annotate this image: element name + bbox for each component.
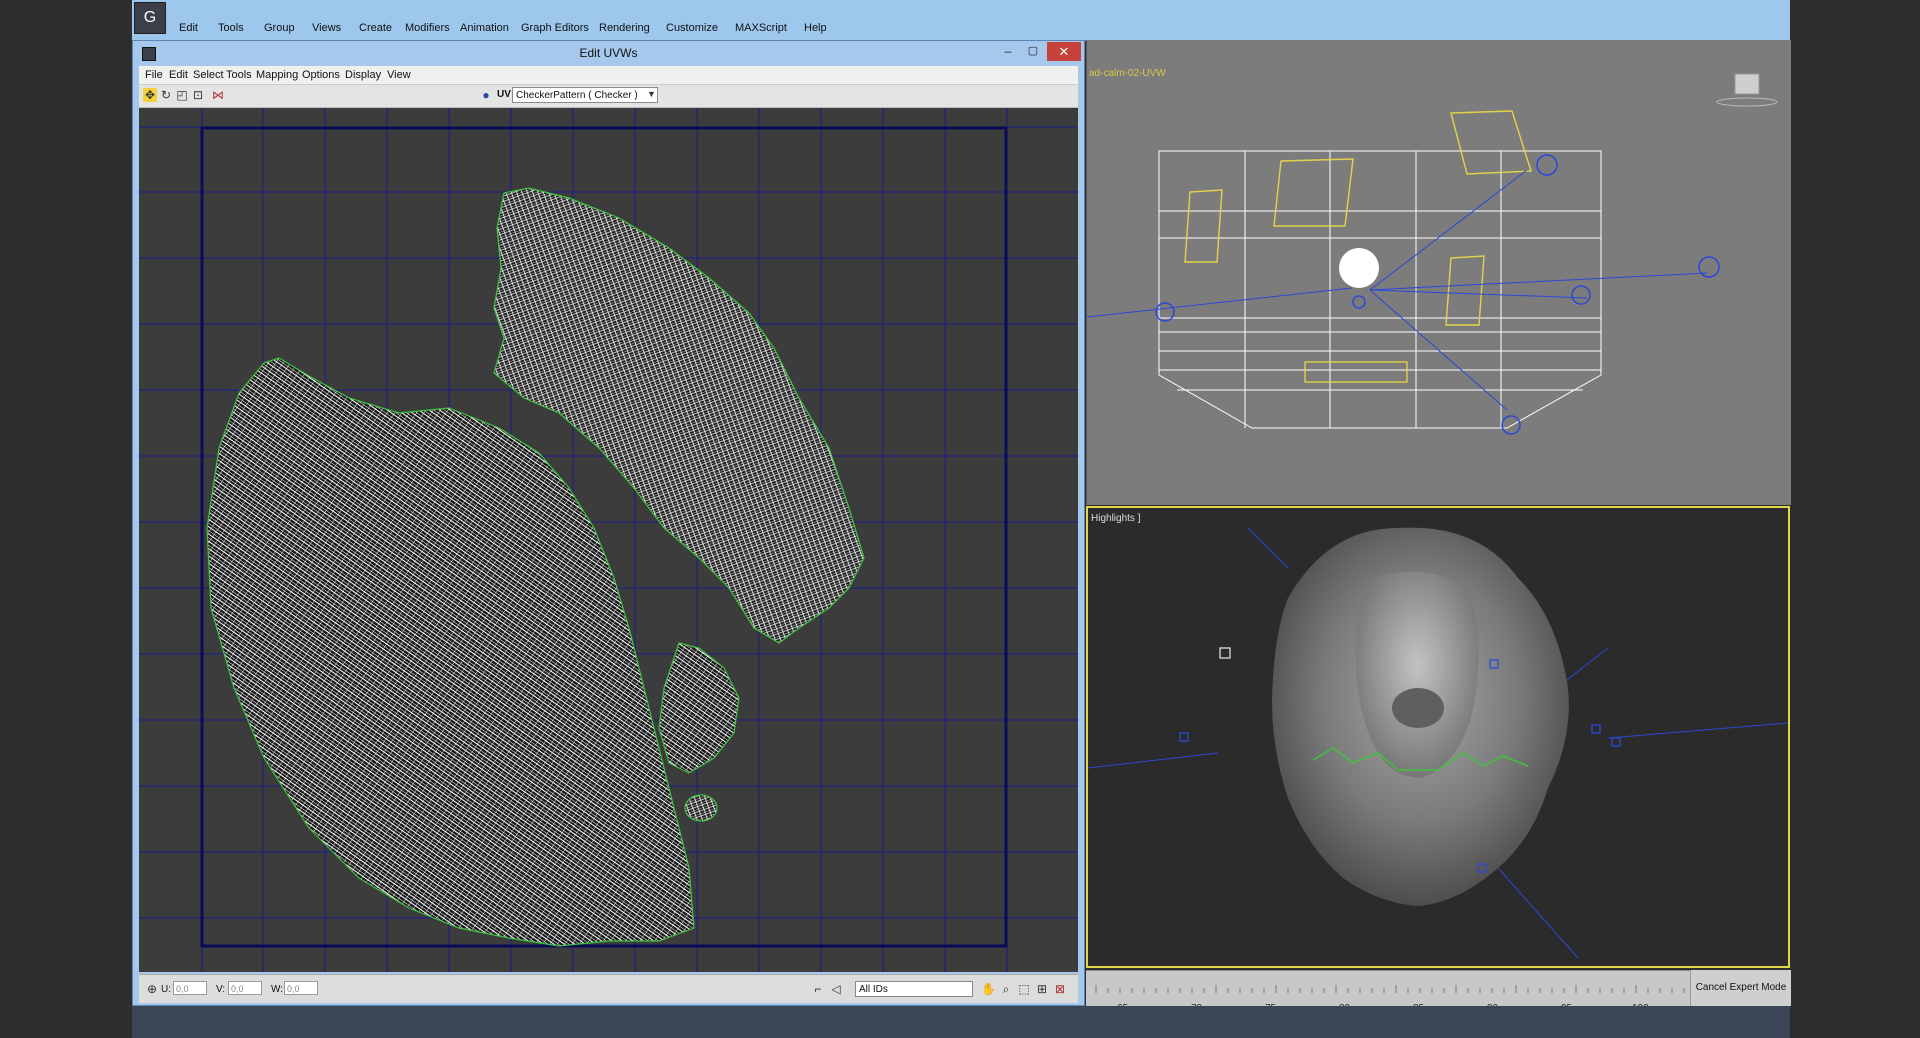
maximize-button[interactable]: ▢	[1022, 43, 1044, 61]
lock-icon[interactable]: ⌐	[811, 982, 825, 996]
menu-help[interactable]: Help	[804, 22, 827, 34]
uvw-menu-tools[interactable]: Tools	[226, 69, 252, 81]
menu-group[interactable]: Group	[264, 22, 295, 34]
u-label: U:	[161, 984, 171, 995]
lion-head-render	[1088, 527, 1788, 959]
uvw-menu-mapping[interactable]: Mapping	[256, 69, 298, 81]
timeline-track[interactable]: 65 70 75 80 85 90 95 100	[1086, 970, 1690, 1014]
uvw-menu-view[interactable]: View	[387, 69, 411, 81]
checker-map-icon[interactable]: ●	[479, 88, 493, 102]
menu-rendering[interactable]: Rendering	[599, 22, 650, 34]
menu-modifiers[interactable]: Modifiers	[405, 22, 450, 34]
uv-mode-label[interactable]: UV	[497, 89, 511, 100]
edit-uvws-window: Edit UVWs – ▢ ✕ File Edit Select Tools M…	[132, 40, 1085, 1006]
menu-animation[interactable]: Animation	[460, 22, 509, 34]
zoom-icon[interactable]: ⌕	[999, 982, 1013, 996]
close-button[interactable]: ✕	[1047, 42, 1081, 61]
uvw-menu-select[interactable]: Select	[193, 69, 224, 81]
viewcube-icon[interactable]	[1716, 73, 1778, 107]
app-logo-icon[interactable]: G	[134, 2, 166, 34]
menu-views[interactable]: Views	[312, 22, 341, 34]
freeform-tool-icon[interactable]: ⊡	[191, 88, 205, 102]
zoom-region-icon[interactable]: ⬚	[1017, 982, 1031, 996]
u-value-field[interactable]: 0,0	[173, 981, 207, 995]
app-menu-bar: Edit Tools Group Views Create Modifiers …	[132, 0, 1790, 41]
left-background	[0, 0, 132, 1038]
menu-create[interactable]: Create	[359, 22, 392, 34]
camera-icons[interactable]	[1155, 154, 1720, 435]
absolute-offset-icon[interactable]: ⊕	[145, 982, 159, 996]
scale-tool-icon[interactable]: ◰	[175, 88, 189, 102]
uvw-toolbar: ✥ ↻ ◰ ⊡ ⋈ ● UV CheckerPattern ( Checker …	[139, 85, 1078, 108]
zoom-extents-icon[interactable]: ⊞	[1035, 982, 1049, 996]
uv-editor-canvas[interactable]	[139, 108, 1078, 972]
menu-edit[interactable]: Edit	[179, 22, 198, 34]
uvw-menu-file[interactable]: File	[145, 69, 163, 81]
mirror-tool-icon[interactable]: ⋈	[211, 88, 225, 102]
menu-maxscript[interactable]: MAXScript	[735, 22, 787, 34]
menu-graph-editors[interactable]: Graph Editors	[521, 22, 589, 34]
light-source-icon[interactable]	[1339, 248, 1379, 288]
lion-nose	[1392, 688, 1444, 728]
move-tool-icon[interactable]: ✥	[143, 88, 157, 102]
rotate-tool-icon[interactable]: ↻	[159, 88, 173, 102]
right-background	[1790, 0, 1920, 1038]
menu-tools[interactable]: Tools	[218, 22, 244, 34]
menu-customize[interactable]: Customize	[666, 22, 718, 34]
window-title-bar[interactable]: Edit UVWs – ▢ ✕	[133, 41, 1084, 65]
ids-filter-select[interactable]: All IDs	[855, 981, 973, 997]
uvw-menu-display[interactable]: Display	[345, 69, 381, 81]
minimize-button[interactable]: –	[997, 43, 1019, 61]
uv-island-tiny	[684, 794, 718, 822]
pick-icon[interactable]: ◁	[829, 982, 843, 996]
perspective-viewport[interactable]: Highlights ]	[1086, 506, 1790, 968]
uvw-menu-options[interactable]: Options	[302, 69, 340, 81]
uvw-status-bar: ⊕ U: 0,0 V: 0,0 W: 0,0 ⌐ ◁ All IDs ✋ ⌕ ⬚…	[139, 974, 1078, 1003]
texture-map-select[interactable]: CheckerPattern ( Checker )	[512, 87, 658, 103]
scene-wireframe	[1087, 73, 1778, 435]
top-viewport[interactable]: ad-calm-02-UVW	[1086, 40, 1791, 505]
v-label: V:	[216, 984, 226, 995]
pan-icon[interactable]: ✋	[981, 982, 996, 996]
snap-icon[interactable]: ⊠	[1053, 982, 1067, 996]
bottom-status-strip	[132, 1006, 1790, 1038]
uvw-menu-edit[interactable]: Edit	[169, 69, 188, 81]
window-title: Edit UVWs	[579, 46, 638, 60]
uvw-menu-bar: File Edit Select Tools Mapping Options D…	[139, 66, 1078, 85]
timeline-ticks	[1095, 985, 1685, 993]
cancel-expert-mode-button[interactable]: Cancel Expert Mode	[1690, 970, 1791, 1006]
camera-lines	[1087, 169, 1708, 411]
w-value-field[interactable]: 0,0	[284, 981, 318, 995]
w-label: W:	[271, 984, 284, 995]
v-value-field[interactable]: 0,0	[228, 981, 262, 995]
chevron-down-icon[interactable]: ▼	[647, 89, 656, 99]
light-gizmos	[1184, 110, 1532, 383]
